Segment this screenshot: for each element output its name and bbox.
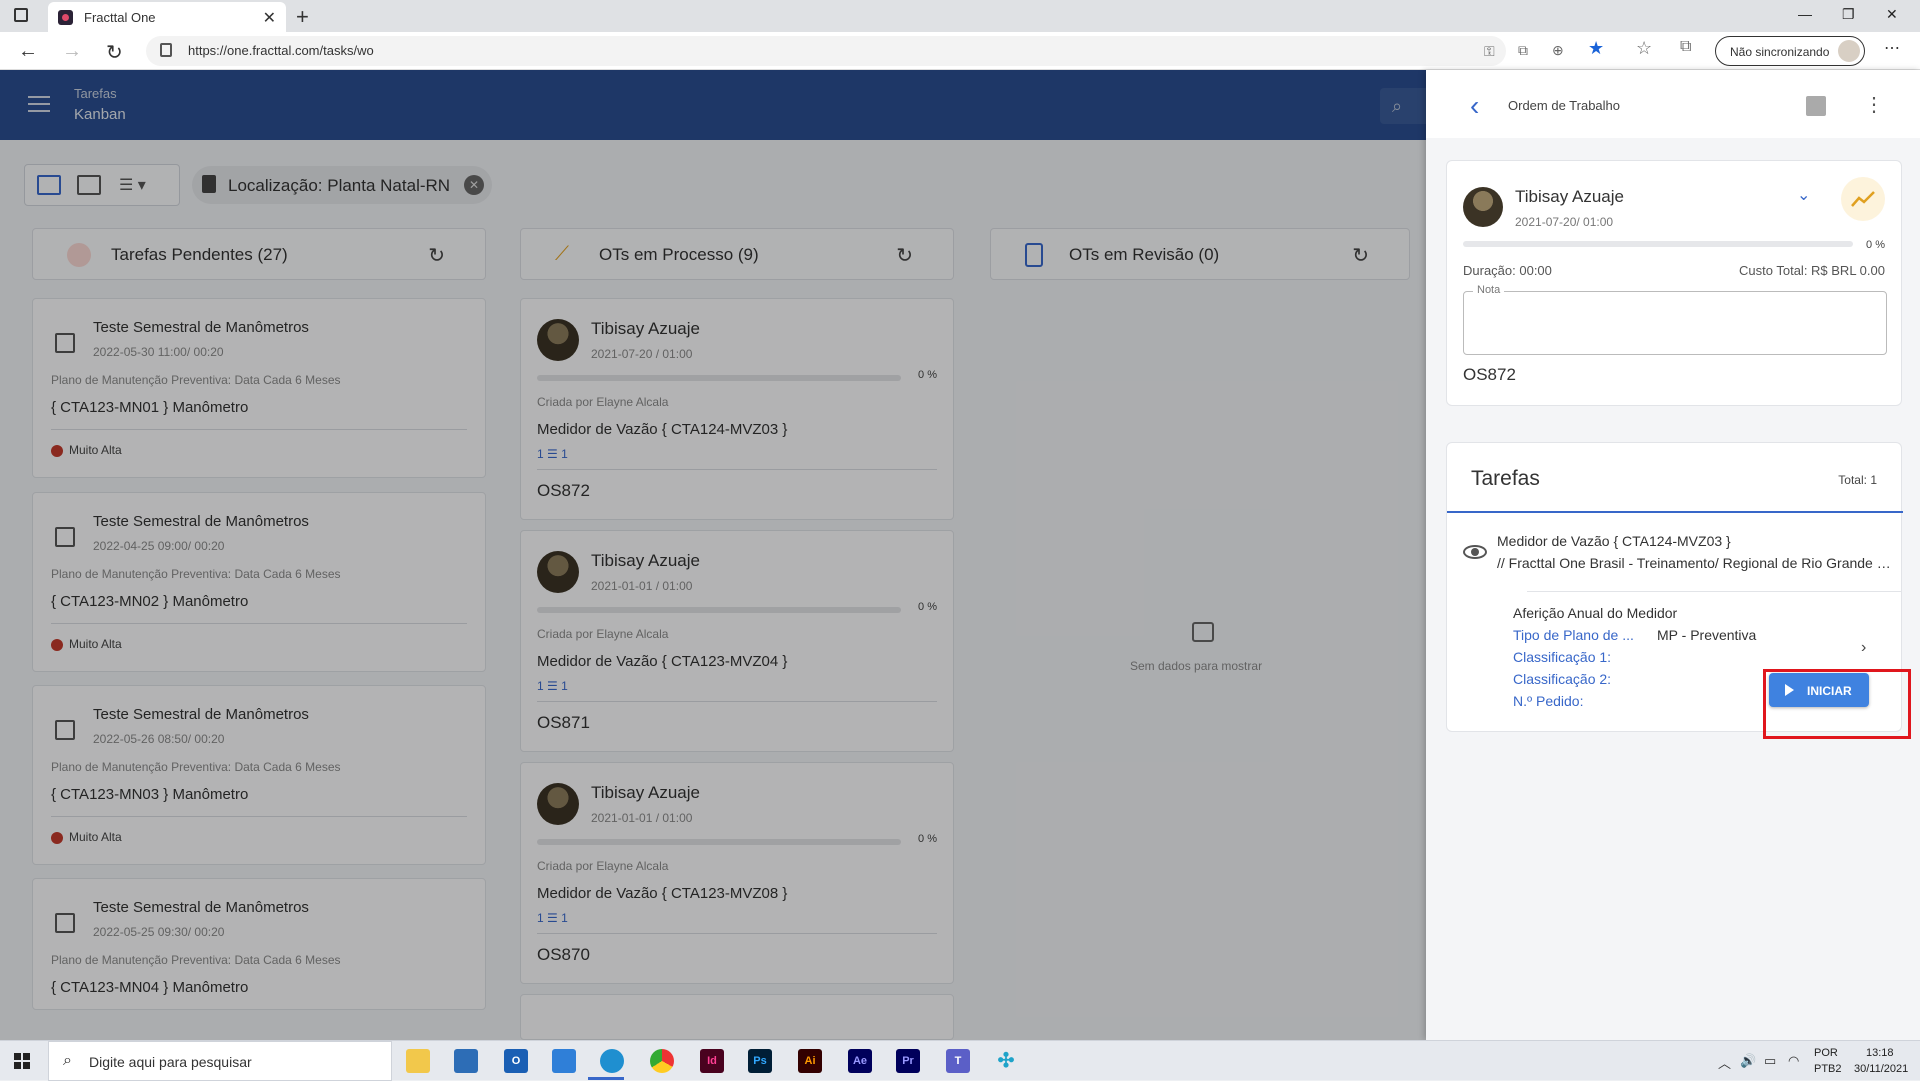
- photoshop-icon[interactable]: Ps: [748, 1049, 772, 1073]
- profile-avatar: [1838, 40, 1860, 62]
- after-effects-icon[interactable]: Ae: [848, 1049, 872, 1073]
- divider: [1527, 591, 1901, 592]
- save-icon[interactable]: [1806, 96, 1826, 116]
- order-number-label: N.º Pedido:: [1513, 693, 1584, 709]
- windows-start-icon[interactable]: [14, 1053, 30, 1069]
- trend-icon[interactable]: [1841, 177, 1885, 221]
- open-app-icon[interactable]: ⧉: [1518, 42, 1528, 59]
- task-name[interactable]: Aferição Anual do Medidor: [1513, 605, 1677, 621]
- forward-icon[interactable]: →: [62, 40, 82, 63]
- profile-sync-button[interactable]: Não sincronizando: [1715, 36, 1865, 66]
- modal-overlay[interactable]: [0, 70, 1426, 1040]
- work-order-summary: Tibisay Azuaje 2021-07-20/ 01:00 ⌄ 0 % D…: [1446, 160, 1902, 406]
- lock-icon: [160, 43, 172, 57]
- close-window-icon[interactable]: ✕: [1886, 6, 1898, 23]
- collections-icon[interactable]: ⧉: [1680, 38, 1691, 56]
- duration: Duração: 00:00: [1463, 263, 1552, 278]
- new-tab-icon[interactable]: +: [296, 4, 309, 30]
- show-hidden-icons[interactable]: ︿: [1718, 1053, 1731, 1072]
- note-label: Nota: [1473, 284, 1505, 296]
- work-order-panel: ‹ Ordem de Trabalho ⋮ Tibisay Azuaje 202…: [1426, 70, 1920, 1040]
- taskbar-search[interactable]: ⌕ Digite aqui para pesquisar: [48, 1041, 392, 1081]
- url-field[interactable]: https://one.fracttal.com/tasks/wo ⚿: [146, 36, 1506, 66]
- minimize-icon[interactable]: —: [1798, 6, 1812, 22]
- keyboard-layout[interactable]: PTB2: [1814, 1063, 1842, 1075]
- tab-actions-icon[interactable]: [14, 8, 28, 22]
- total-cost: Custo Total: R$ BRL 0.00: [1739, 263, 1885, 278]
- close-tab-icon[interactable]: ✕: [263, 8, 276, 28]
- highlight-box: [1763, 669, 1911, 739]
- fracttal-app-icon[interactable]: ✣: [994, 1049, 1018, 1073]
- edge-icon[interactable]: [600, 1049, 624, 1073]
- work-order-date: 2021-07-20/ 01:00: [1515, 215, 1614, 229]
- key-icon[interactable]: ⚿: [1484, 43, 1495, 60]
- windows-taskbar: ⌕ Digite aqui para pesquisar O Id Ps Ai …: [0, 1040, 1920, 1081]
- chrome-icon[interactable]: [650, 1049, 674, 1073]
- classification-2-label: Classificação 2:: [1513, 671, 1612, 687]
- asset-name: Medidor de Vazão { CTA124-MVZ03 }: [1497, 533, 1731, 549]
- fracttal-favicon-icon: [58, 10, 73, 25]
- chevron-down-icon[interactable]: ⌄: [1797, 185, 1810, 205]
- chevron-right-icon[interactable]: ›: [1861, 639, 1866, 657]
- wifi-icon[interactable]: ◠: [1788, 1053, 1799, 1069]
- tasks-total: Total: 1: [1838, 473, 1877, 487]
- work-order-number: OS872: [1463, 365, 1516, 384]
- illustrator-icon[interactable]: Ai: [798, 1049, 822, 1073]
- premiere-icon[interactable]: Pr: [896, 1049, 920, 1073]
- progress-percent: 0 %: [1866, 239, 1885, 251]
- back-icon[interactable]: ‹: [1470, 90, 1479, 122]
- back-icon[interactable]: ←: [18, 40, 38, 63]
- assignee-name: Tibisay Azuaje: [1515, 187, 1624, 206]
- browser-menu-icon[interactable]: ⋯: [1884, 38, 1900, 58]
- plan-type-value: MP - Preventiva: [1657, 627, 1757, 643]
- sync-label: Não sincronizando: [1730, 45, 1830, 59]
- panel-title: Ordem de Trabalho: [1508, 98, 1621, 113]
- favorite-star-icon[interactable]: ★: [1588, 38, 1604, 59]
- taskbar-search-placeholder: Digite aqui para pesquisar: [89, 1054, 252, 1070]
- browser-tab[interactable]: Fracttal One ✕: [48, 2, 286, 32]
- zoom-icon[interactable]: ⊕: [1552, 42, 1564, 59]
- tab-title: Fracttal One: [84, 9, 156, 25]
- file-explorer-icon[interactable]: [406, 1049, 430, 1073]
- tasks-title: Tarefas: [1471, 467, 1540, 490]
- volume-icon[interactable]: 🔊: [1740, 1053, 1756, 1069]
- indesign-icon[interactable]: Id: [700, 1049, 724, 1073]
- classification-1-label: Classificação 1:: [1513, 649, 1612, 665]
- progress-bar: [1463, 241, 1853, 247]
- eye-icon[interactable]: [1463, 545, 1487, 559]
- search-icon: ⌕: [63, 1052, 72, 1069]
- refresh-icon[interactable]: ↻: [106, 40, 123, 65]
- restore-icon[interactable]: ❐: [1842, 6, 1855, 23]
- more-options-icon[interactable]: ⋮: [1864, 92, 1884, 117]
- note-field[interactable]: [1463, 291, 1887, 355]
- avatar: [1463, 187, 1503, 227]
- asset-path: // Fracttal One Brasil - Treinamento/ Re…: [1497, 555, 1893, 571]
- panel-header: ‹ Ordem de Trabalho ⋮: [1426, 70, 1920, 138]
- store-icon[interactable]: [454, 1049, 478, 1073]
- url-text: https://one.fracttal.com/tasks/wo: [188, 43, 374, 58]
- mail-icon[interactable]: [552, 1049, 576, 1073]
- battery-icon[interactable]: ▭: [1764, 1053, 1776, 1069]
- address-bar: ← → ↻ https://one.fracttal.com/tasks/wo …: [0, 32, 1920, 70]
- language[interactable]: POR: [1814, 1047, 1838, 1059]
- outlook-icon[interactable]: O: [504, 1049, 528, 1073]
- teams-icon[interactable]: T: [946, 1049, 970, 1073]
- plan-type-label: Tipo de Plano de ...: [1513, 627, 1634, 643]
- clock-time[interactable]: 13:18: [1866, 1047, 1894, 1059]
- browser-tab-bar: Fracttal One ✕ + — ❐ ✕: [0, 0, 1920, 32]
- tasks-underline: [1447, 511, 1903, 513]
- favorites-icon[interactable]: ☆: [1636, 38, 1652, 59]
- clock-date[interactable]: 30/11/2021: [1854, 1063, 1908, 1075]
